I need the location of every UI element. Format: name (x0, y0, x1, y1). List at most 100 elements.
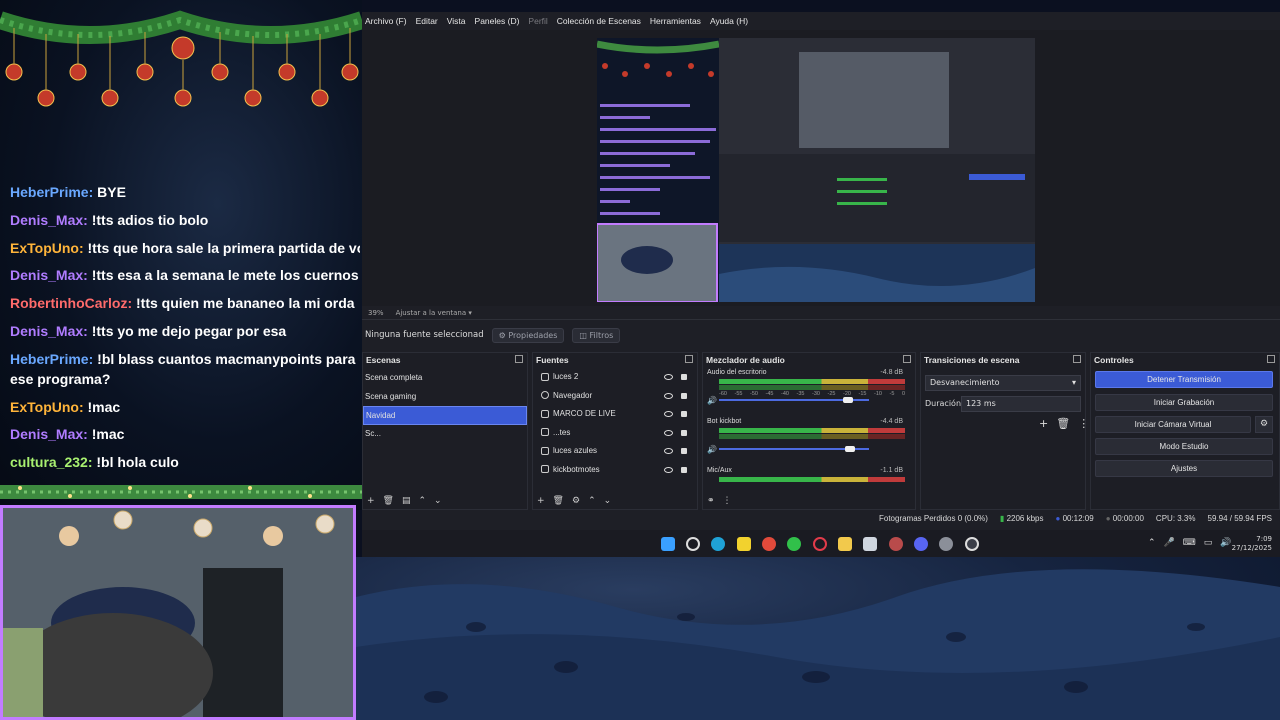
source-item[interactable]: luces azules (533, 442, 697, 461)
duration-input[interactable]: 123 ms (961, 396, 1081, 412)
chevron-up-icon[interactable]: ⌃ (1148, 538, 1156, 548)
volume-slider-handle[interactable] (843, 397, 853, 403)
dock-undock-icon[interactable] (515, 355, 523, 363)
dock-undock-icon[interactable] (685, 355, 693, 363)
lock-icon[interactable] (681, 466, 687, 473)
sticky-notes-icon[interactable] (737, 537, 751, 551)
level-meter (719, 428, 905, 433)
source-item[interactable]: MARCO DE LIVE (533, 405, 697, 424)
down-arrow-icon[interactable]: ⌄ (604, 496, 612, 506)
chat-username: Denis_Max: (10, 426, 88, 443)
transition-select[interactable]: Desvanecimiento ▾ (925, 375, 1081, 391)
menu-dots-icon[interactable]: ⋮ (1078, 417, 1089, 430)
eye-icon[interactable] (664, 411, 673, 417)
chat-message: Denis_Max: !tts yo me dejo pegar por esa (10, 322, 360, 340)
menu-perfil[interactable]: Perfil (528, 16, 547, 30)
system-tray: 7:09 27/12/2025 (1232, 535, 1272, 553)
menu-editar[interactable]: Editar (416, 16, 438, 30)
calendar-icon[interactable] (863, 537, 877, 551)
settings-button[interactable]: Ajustes (1095, 460, 1273, 477)
whatsapp-icon[interactable] (787, 537, 801, 551)
menu-archivo[interactable]: Archivo (F) (365, 16, 407, 30)
add-icon[interactable]: + (537, 496, 545, 506)
properties-button[interactable]: ⚙ Propiedades (491, 327, 565, 343)
file-explorer-icon[interactable] (838, 537, 852, 551)
menu-vista[interactable]: Vista (447, 16, 466, 30)
scene-item-selected[interactable]: Navidad (363, 406, 527, 425)
level-meter (719, 434, 905, 439)
dock-undock-icon[interactable] (1267, 355, 1275, 363)
trash-icon[interactable]: 🗑 (1056, 417, 1070, 430)
source-item[interactable]: Navegador (533, 387, 697, 406)
start-recording-button[interactable]: Iniciar Grabación (1095, 394, 1273, 411)
eye-icon[interactable] (664, 466, 673, 473)
chat-text: ese programa? (10, 370, 111, 387)
scene-item[interactable]: Scena completa (363, 369, 527, 388)
channel-name: Bot kickbot (707, 418, 742, 425)
menu-herramientas[interactable]: Herramientas (650, 16, 701, 30)
studio-mode-button[interactable]: Modo Estudio (1095, 438, 1273, 455)
filter-icon[interactable]: ▤ (402, 496, 411, 506)
windows-start-icon[interactable] (661, 537, 675, 551)
menu-paneles[interactable]: Paneles (D) (475, 16, 520, 30)
menu-ayuda[interactable]: Ayuda (H) (710, 16, 748, 30)
speaker-icon[interactable]: 🔊 (707, 445, 717, 454)
search-icon[interactable] (686, 537, 700, 551)
up-arrow-icon[interactable]: ⌃ (419, 496, 427, 506)
clock-date[interactable]: 27/12/2025 (1232, 544, 1272, 553)
dock-title: Mezclador de audio (703, 353, 915, 367)
microphone-icon[interactable]: 🎤 (1164, 538, 1175, 548)
eye-icon[interactable] (664, 374, 673, 380)
lock-icon[interactable] (681, 429, 687, 436)
down-arrow-icon[interactable]: ⌄ (434, 496, 442, 506)
lock-icon[interactable] (681, 448, 687, 454)
start-virtual-camera-button[interactable]: Iniciar Cámara Virtual (1095, 416, 1251, 433)
channel-db: -4.4 dB (880, 418, 903, 425)
eye-icon[interactable] (664, 429, 673, 436)
stop-streaming-button[interactable]: Detener Transmisión (1095, 371, 1273, 388)
edge-icon[interactable] (711, 537, 725, 551)
obs-icon[interactable] (965, 537, 979, 551)
discord-icon[interactable] (914, 537, 928, 551)
lock-icon[interactable] (681, 374, 687, 380)
eye-icon[interactable] (664, 448, 673, 454)
zoom-level[interactable]: 39% (368, 309, 384, 317)
monitor-icon[interactable]: ▭ (1204, 538, 1213, 548)
lock-icon[interactable] (681, 411, 687, 417)
program-preview[interactable] (597, 38, 1035, 302)
add-icon[interactable]: + (367, 496, 375, 506)
speaker-icon[interactable]: 🔊 (707, 396, 717, 405)
source-item[interactable]: kickbotmotes (533, 461, 697, 480)
menu-coleccion-escenas[interactable]: Colección de Escenas (557, 16, 641, 30)
trash-icon[interactable]: 🗑 (383, 496, 394, 506)
image-icon (541, 409, 549, 418)
app-icon[interactable] (939, 537, 953, 551)
link-icon[interactable]: ⚭ (707, 496, 715, 506)
trash-icon[interactable]: 🗑 (553, 496, 564, 506)
keyboard-icon[interactable]: ⌨ (1183, 538, 1196, 548)
eye-icon[interactable] (664, 392, 673, 399)
chat-username: Denis_Max: (10, 322, 88, 339)
volume-icon[interactable]: 🔊 (1220, 538, 1231, 548)
up-arrow-icon[interactable]: ⌃ (588, 496, 596, 506)
source-properties-bar: Ninguna fuente seleccionad ⚙ Propiedades… (362, 325, 1280, 345)
app-icon[interactable] (889, 537, 903, 551)
opera-icon[interactable] (813, 537, 827, 551)
dock-undock-icon[interactable] (1073, 355, 1081, 363)
gear-icon[interactable]: ⚙ (1255, 416, 1273, 433)
add-icon[interactable]: + (1039, 417, 1048, 430)
source-item[interactable]: luces 2 (533, 368, 697, 387)
scene-item[interactable]: Scena gaming (363, 388, 527, 407)
source-item[interactable]: ...tes (533, 424, 697, 443)
menu-dots-icon[interactable]: ⋮ (723, 496, 732, 506)
dock-undock-icon[interactable] (903, 355, 911, 363)
scene-item[interactable]: Sc... (363, 425, 527, 444)
chat-text: !bl hola culo (96, 454, 179, 471)
filters-button[interactable]: ◫ Filtros (572, 327, 621, 343)
chrome-icon[interactable] (762, 537, 776, 551)
gear-icon[interactable]: ⚙ (572, 496, 580, 506)
lock-icon[interactable] (681, 392, 687, 399)
fit-window-dropdown[interactable]: Ajustar a la ventana ▾ (396, 309, 472, 317)
volume-slider-handle[interactable] (845, 446, 855, 452)
clock-time[interactable]: 7:09 (1232, 535, 1272, 544)
